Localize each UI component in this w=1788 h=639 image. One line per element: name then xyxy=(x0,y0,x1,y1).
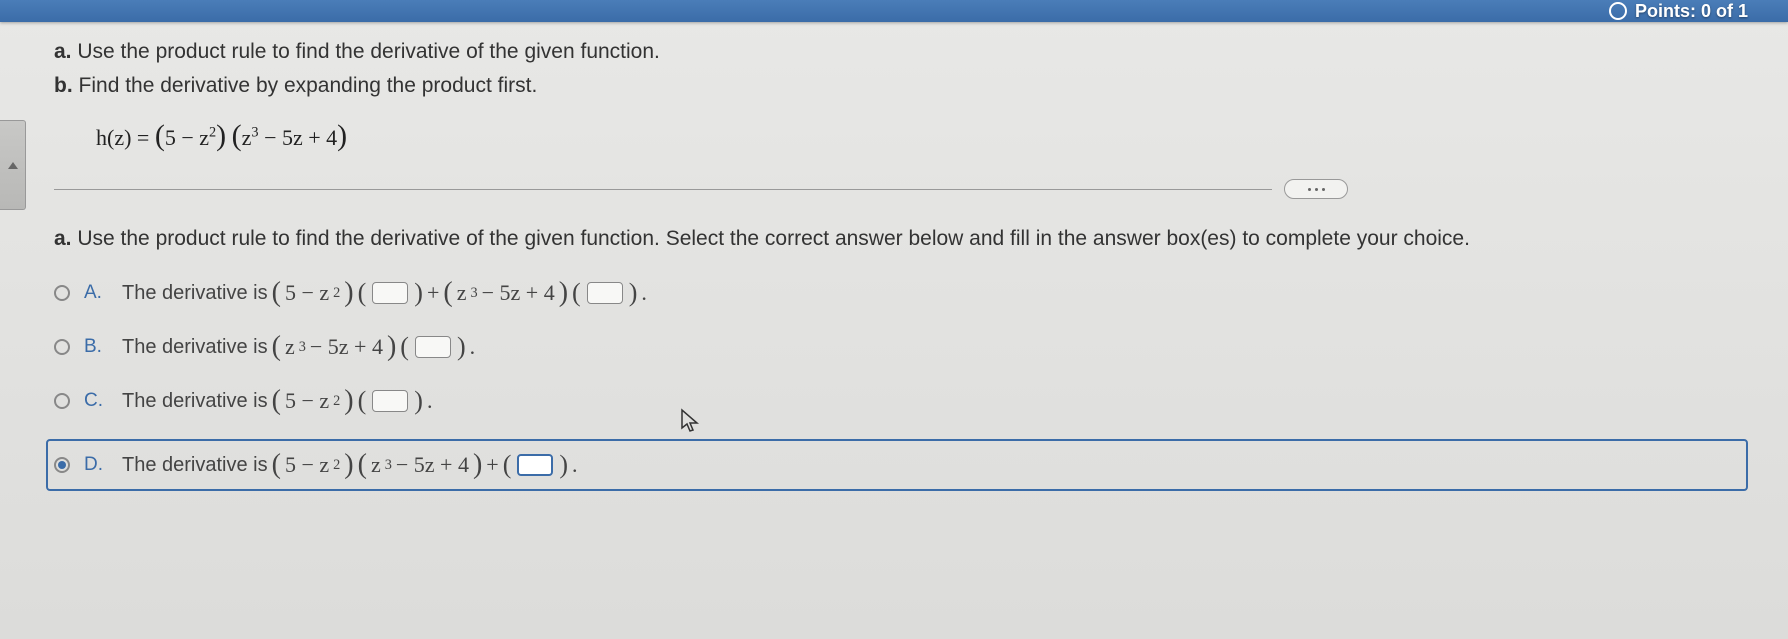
choice-A-blank-1[interactable] xyxy=(372,282,408,304)
choice-B-text: The derivative is (z3 − 5z + 4) (). xyxy=(122,331,475,363)
equation-factor2b: − 5z + 4 xyxy=(259,125,338,150)
given-equation: h(z) = (5 − z2) (z3 − 5z + 4) xyxy=(96,119,1748,153)
subprompt-text: Use the product rule to find the derivat… xyxy=(77,227,1470,250)
question-content: a. Use the product rule to find the deri… xyxy=(0,22,1788,639)
choice-C-blank[interactable] xyxy=(372,390,408,412)
radio-A[interactable] xyxy=(54,285,70,301)
points-indicator: Points: 0 of 1 xyxy=(1609,1,1748,22)
equation-lhs: h(z) = xyxy=(96,125,155,150)
points-bar: Points: 0 of 1 xyxy=(0,0,1788,22)
subprompt-prefix: a. xyxy=(54,227,72,250)
choice-D[interactable]: D. The derivative is (5 − z2) (z3 − 5z +… xyxy=(46,439,1748,491)
divider-row xyxy=(54,179,1748,199)
equation-factor2a-exp: 3 xyxy=(251,125,258,141)
instruction-a: a. Use the product rule to find the deri… xyxy=(54,36,1748,68)
radio-C[interactable] xyxy=(54,393,70,409)
instr-b-text: Find the derivative by expanding the pro… xyxy=(79,74,538,97)
choice-D-lead: The derivative is xyxy=(122,454,268,477)
equation-factor1: 5 − z xyxy=(165,125,209,150)
more-options-button[interactable] xyxy=(1284,179,1348,199)
choice-C-lead: The derivative is xyxy=(122,390,268,413)
choice-A[interactable]: A. The derivative is (5 − z2) () + (z3 −… xyxy=(54,277,1748,309)
instr-a-prefix: a. xyxy=(54,40,72,63)
choice-D-text: The derivative is (5 − z2) (z3 − 5z + 4)… xyxy=(122,449,578,481)
equation-factor2a: z xyxy=(242,125,252,150)
instr-a-text: Use the product rule to find the derivat… xyxy=(77,40,660,63)
cursor-icon xyxy=(680,408,700,434)
choice-C[interactable]: C. The derivative is (5 − z2) (). xyxy=(54,385,1748,417)
sub-instruction: a. Use the product rule to find the deri… xyxy=(54,227,1748,251)
instruction-b: b. Find the derivative by expanding the … xyxy=(54,70,1748,102)
choice-B-lead: The derivative is xyxy=(122,336,268,359)
choice-A-text: The derivative is (5 − z2) () + (z3 − 5z… xyxy=(122,277,647,309)
instr-b-prefix: b. xyxy=(54,74,73,97)
points-text: Points: 0 of 1 xyxy=(1635,1,1748,22)
choice-A-blank-2[interactable] xyxy=(587,282,623,304)
choice-C-text: The derivative is (5 − z2) (). xyxy=(122,385,432,417)
points-circle-icon xyxy=(1609,2,1627,20)
choice-B-letter: B. xyxy=(84,336,108,358)
choice-list: A. The derivative is (5 − z2) () + (z3 −… xyxy=(54,277,1748,491)
choice-B[interactable]: B. The derivative is (z3 − 5z + 4) (). xyxy=(54,331,1748,363)
choice-D-letter: D. xyxy=(84,454,108,476)
choice-A-letter: A. xyxy=(84,282,108,304)
choice-C-letter: C. xyxy=(84,390,108,412)
choice-D-blank[interactable] xyxy=(517,454,553,476)
radio-D[interactable] xyxy=(54,457,70,473)
divider-line xyxy=(54,189,1272,190)
radio-B[interactable] xyxy=(54,339,70,355)
choice-B-blank[interactable] xyxy=(415,336,451,358)
choice-A-lead: The derivative is xyxy=(122,282,268,305)
